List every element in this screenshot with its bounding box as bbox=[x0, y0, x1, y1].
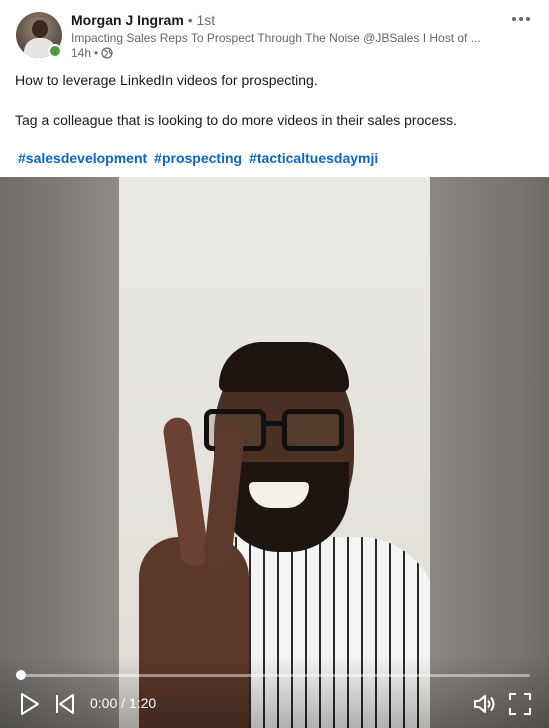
hashtag-link[interactable]: #tacticaltuesdaymji bbox=[249, 150, 378, 166]
hashtag-link[interactable]: #salesdevelopment bbox=[18, 150, 147, 166]
post-time: 14h bbox=[71, 46, 92, 60]
author-name[interactable]: Morgan J Ingram bbox=[71, 12, 184, 28]
skip-back-icon[interactable] bbox=[54, 693, 76, 715]
post-text-line: Tag a colleague that is looking to do mo… bbox=[15, 112, 458, 128]
video-blur-right bbox=[429, 177, 549, 728]
dot-icon bbox=[512, 17, 516, 21]
author-avatar[interactable] bbox=[16, 12, 64, 60]
fullscreen-icon[interactable] bbox=[508, 692, 532, 716]
author-headline: Impacting Sales Reps To Prospect Through… bbox=[71, 31, 481, 45]
dot-icon bbox=[519, 17, 523, 21]
video-frame[interactable] bbox=[119, 177, 430, 728]
hashtag-link[interactable]: #prospecting bbox=[154, 150, 242, 166]
meta-separator: • bbox=[94, 46, 99, 60]
glasses-bridge bbox=[264, 421, 284, 426]
play-icon[interactable] bbox=[19, 692, 41, 716]
hashtag-list: #salesdevelopment #prospecting #tactical… bbox=[18, 150, 378, 166]
post-header: Morgan J Ingram • 1st Impacting Sales Re… bbox=[0, 0, 549, 64]
more-options-icon[interactable] bbox=[509, 14, 533, 24]
author-line: Morgan J Ingram • 1st bbox=[71, 12, 215, 28]
presence-indicator bbox=[48, 44, 62, 58]
person-hair bbox=[219, 342, 349, 392]
post-text-line: How to leverage LinkedIn videos for pros… bbox=[15, 72, 318, 88]
post-text: How to leverage LinkedIn videos for pros… bbox=[15, 70, 535, 130]
hand-finger bbox=[202, 425, 246, 569]
avatar-head bbox=[32, 20, 48, 38]
video-blur-left bbox=[0, 177, 120, 728]
time-display: 0:00 / 1:20 bbox=[90, 695, 157, 711]
dot-icon bbox=[526, 17, 530, 21]
glasses-lens-right bbox=[282, 409, 344, 451]
volume-icon[interactable] bbox=[473, 692, 497, 716]
progress-thumb[interactable] bbox=[16, 670, 26, 680]
post-meta: 14h • bbox=[71, 46, 113, 60]
video-controls: 0:00 / 1:20 bbox=[0, 655, 549, 728]
globe-icon bbox=[101, 47, 113, 59]
progress-bar[interactable] bbox=[20, 674, 530, 677]
connection-degree: • 1st bbox=[187, 12, 216, 28]
video-player[interactable] bbox=[0, 177, 549, 728]
